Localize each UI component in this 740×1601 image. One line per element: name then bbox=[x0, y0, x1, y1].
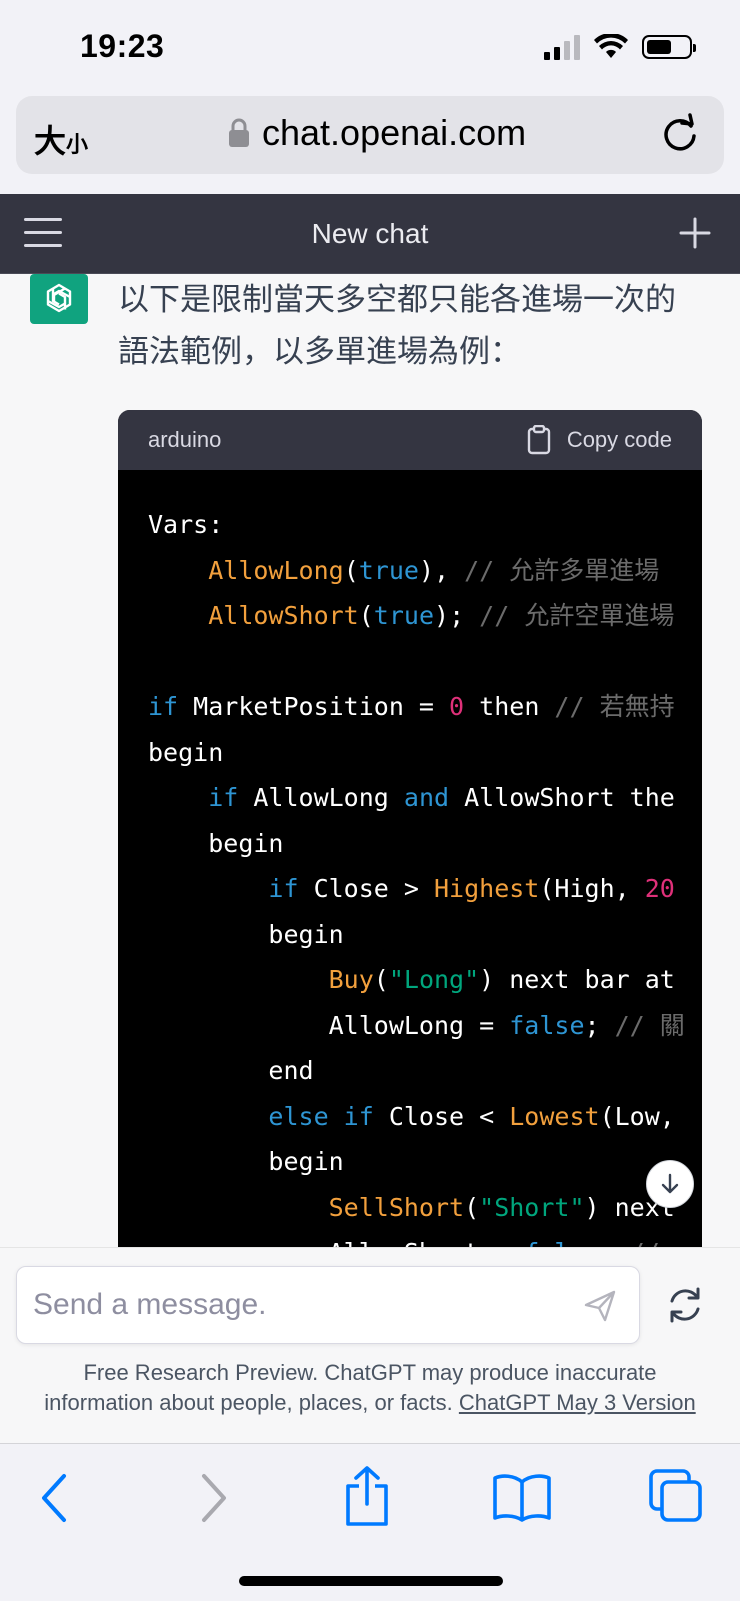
status-bar: 19:23 bbox=[0, 0, 740, 96]
bookmarks-icon[interactable] bbox=[492, 1472, 552, 1522]
text-size-button[interactable]: 大小 bbox=[34, 116, 88, 162]
openai-logo-icon bbox=[30, 274, 88, 324]
assistant-message: 以下是限制當天多空都只能各進場一次的 語法範例，以多單進場為例： bbox=[118, 282, 676, 369]
reload-icon[interactable] bbox=[660, 112, 700, 156]
arrow-down-icon bbox=[661, 1173, 679, 1194]
back-icon[interactable] bbox=[36, 1470, 72, 1526]
battery-icon bbox=[642, 35, 696, 59]
plus-icon[interactable] bbox=[678, 216, 712, 250]
code-content: Vars: AllowLong(true), // 允許多單進場 AllowSh… bbox=[148, 510, 685, 1248]
url-text: chat.openai.com bbox=[262, 112, 527, 153]
status-icons bbox=[544, 34, 696, 60]
code-block: arduino Copy code Vars: AllowLong(true),… bbox=[118, 410, 702, 1248]
chat-area: 以下是限制當天多空都只能各進場一次的 語法範例，以多單進場為例： arduino… bbox=[0, 274, 740, 1248]
message-input[interactable] bbox=[33, 1267, 573, 1343]
copy-code-button[interactable]: Copy code bbox=[527, 425, 672, 455]
forward-icon[interactable] bbox=[196, 1470, 232, 1526]
status-time: 19:23 bbox=[80, 28, 165, 64]
app-header: New chat bbox=[0, 194, 740, 274]
lock-icon bbox=[229, 118, 249, 147]
composer: Free Research Preview. ChatGPT may produ… bbox=[0, 1247, 740, 1443]
message-input-box bbox=[16, 1266, 640, 1344]
code-header: arduino Copy code bbox=[118, 410, 702, 470]
version-link[interactable]: ChatGPT May 3 Version bbox=[459, 1390, 696, 1415]
signal-icon bbox=[544, 34, 580, 60]
share-icon[interactable] bbox=[342, 1464, 392, 1528]
disclaimer: Free Research Preview. ChatGPT may produ… bbox=[44, 1360, 696, 1415]
browser-address-area: 大小 chat.openai.com bbox=[0, 96, 740, 194]
address-bar[interactable]: 大小 chat.openai.com bbox=[16, 96, 724, 174]
tabs-icon[interactable] bbox=[648, 1468, 704, 1524]
scroll-to-bottom-button[interactable] bbox=[646, 1160, 694, 1208]
clipboard-icon bbox=[527, 425, 551, 455]
send-icon[interactable] bbox=[583, 1289, 617, 1323]
wifi-icon bbox=[594, 34, 628, 58]
regenerate-icon[interactable] bbox=[664, 1284, 706, 1326]
url-display[interactable]: chat.openai.com bbox=[228, 112, 526, 154]
chat-title: New chat bbox=[311, 218, 429, 249]
home-indicator bbox=[239, 1576, 503, 1586]
code-language: arduino bbox=[148, 427, 222, 452]
